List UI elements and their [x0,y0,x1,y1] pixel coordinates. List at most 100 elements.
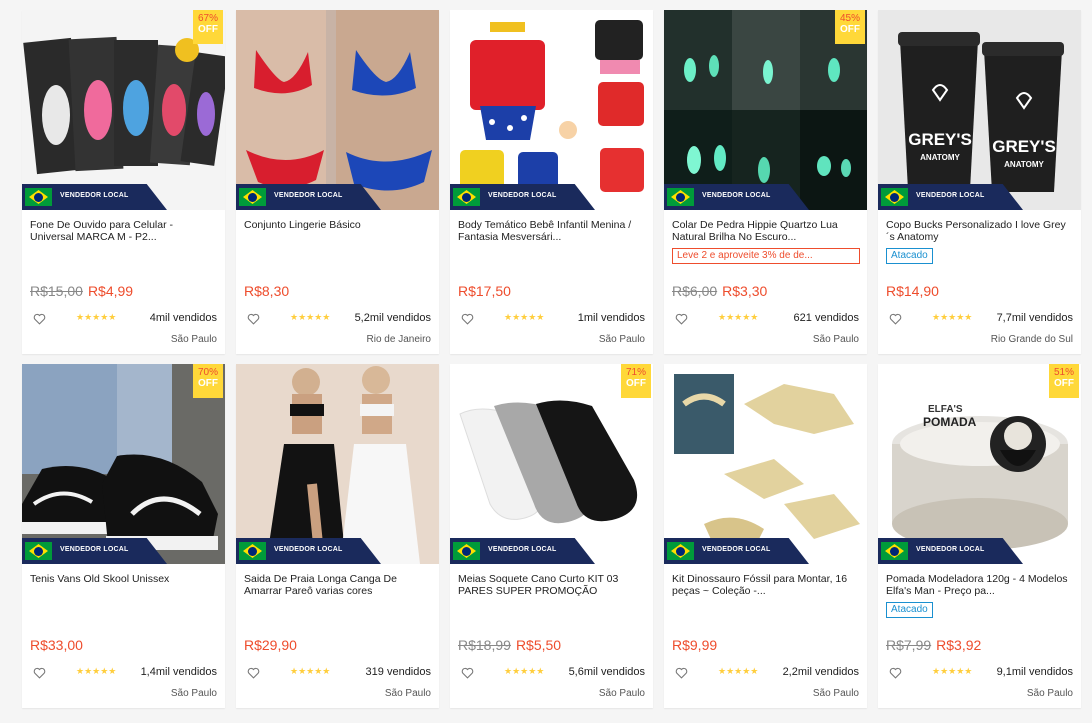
seller-location: São Paulo [812,334,859,345]
product-card[interactable]: 70% OFF VENDEDOR LOCAL Tenis Vans Old Sk… [22,364,225,708]
product-title[interactable]: Pomada Modeladora 120g - 4 Modelos Elfa'… [886,573,1073,597]
local-seller-label: VENDEDOR LOCAL [702,192,771,199]
brazil-flag-icon [881,542,908,560]
heart-icon[interactable] [247,313,260,325]
product-card[interactable]: 71% OFF VENDEDOR LOCAL Meias Soquete Can… [450,364,653,708]
price-row: R$6,00 R$3,30 [672,283,767,299]
seller-location: Rio Grande do Sul [990,334,1073,345]
rating-stars-icon: ★★★★★ [718,666,759,676]
product-card[interactable]: GREY'S ANATOMY GREY'S ANATOMY VENDEDOR L… [878,10,1081,354]
product-image[interactable]: 45% OFF VENDEDOR LOCAL [664,10,867,210]
promo-tag: Atacado [886,248,933,264]
heart-icon[interactable] [675,667,688,679]
sold-count: 1,4mil vendidos [140,666,217,678]
discount-badge: 70% OFF [193,364,223,398]
product-title[interactable]: Meias Soquete Cano Curto KIT 03 PARES SU… [458,573,645,597]
local-seller-label: VENDEDOR LOCAL [916,546,985,553]
current-price: R$3,92 [936,637,982,653]
price-row: R$17,50 [458,283,511,299]
product-title[interactable]: Body Temático Bebê Infantil Menina / Fan… [458,219,645,243]
rating-stars-icon: ★★★★★ [76,312,117,322]
svg-text:ELFA'S: ELFA'S [928,404,963,415]
sold-count: 621 vendidos [793,312,859,324]
product-card[interactable]: 45% OFF VENDEDOR LOCAL Colar De Pedra Hi… [664,10,867,354]
product-image[interactable]: 71% OFF VENDEDOR LOCAL [450,364,653,564]
sold-count: 2,2mil vendidos [782,666,859,678]
rating-stars-icon: ★★★★★ [932,312,973,322]
product-card[interactable]: VENDEDOR LOCAL Saida De Praia Longa Cang… [236,364,439,708]
heart-icon[interactable] [461,667,474,679]
local-seller-banner: VENDEDOR LOCAL [22,184,167,210]
sold-count: 9,1mil vendidos [996,666,1073,678]
product-card[interactable]: ELFA'S POMADA 51% OFF VENDEDOR LOCAL Pom… [878,364,1081,708]
local-seller-banner: VENDEDOR LOCAL [450,184,595,210]
heart-icon[interactable] [889,313,902,325]
sold-count: 4mil vendidos [149,312,217,324]
local-seller-label: VENDEDOR LOCAL [274,546,343,553]
product-card[interactable]: VENDEDOR LOCAL Kit Dinossauro Fóssil par… [664,364,867,708]
product-image[interactable]: ELFA'S POMADA 51% OFF VENDEDOR LOCAL [878,364,1081,564]
product-title[interactable]: Fone De Ouvido para Celular - Universal … [30,219,217,243]
current-price: R$5,50 [515,637,562,653]
product-title[interactable]: Copo Bucks Personalizado I love Grey´s A… [886,219,1073,243]
product-image[interactable]: VENDEDOR LOCAL [236,10,439,210]
product-card[interactable]: VENDEDOR LOCAL Body Temático Bebê Infant… [450,10,653,354]
svg-text:POMADA: POMADA [923,415,977,429]
product-title[interactable]: Tenis Vans Old Skool Unissex [30,573,217,597]
product-image[interactable]: VENDEDOR LOCAL [450,10,653,210]
brazil-flag-icon [881,188,908,206]
discount-percent: 67% [197,13,218,24]
discount-off-label: OFF [1054,378,1074,389]
discount-off-label: OFF [626,378,646,389]
product-title[interactable]: Conjunto Lingerie Básico [244,219,431,243]
local-seller-banner: VENDEDOR LOCAL [664,538,809,564]
svg-text:GREY'S: GREY'S [992,137,1056,156]
product-title[interactable]: Kit Dinossauro Fóssil para Montar, 16 pe… [672,573,859,597]
product-image[interactable]: VENDEDOR LOCAL [236,364,439,564]
current-price: R$29,90 [244,637,297,653]
product-card[interactable]: 67% OFF VENDEDOR LOCAL Fone De Ouvido pa… [22,10,225,354]
seller-location: São Paulo [812,688,859,699]
heart-icon[interactable] [675,313,688,325]
original-price: R$6,00 [672,283,718,299]
heart-icon[interactable] [247,667,260,679]
local-seller-label: VENDEDOR LOCAL [916,192,985,199]
local-seller-banner: VENDEDOR LOCAL [236,538,381,564]
rating-stars-icon: ★★★★★ [932,666,973,676]
current-price: R$17,50 [458,283,511,299]
price-row: R$8,30 [244,283,289,299]
svg-text:ANATOMY: ANATOMY [1004,160,1044,169]
discount-percent: 70% [197,367,218,378]
price-row: R$33,00 [30,637,83,653]
current-price: R$33,00 [30,637,83,653]
price-row: R$18,99 R$5,50 [458,637,561,653]
heart-icon[interactable] [33,313,46,325]
heart-icon[interactable] [461,313,474,325]
discount-badge: 67% OFF [193,10,223,44]
local-seller-banner: VENDEDOR LOCAL [664,184,809,210]
current-price: R$14,90 [886,283,939,299]
product-image[interactable]: 67% OFF VENDEDOR LOCAL [22,10,225,210]
local-seller-label: VENDEDOR LOCAL [60,546,129,553]
brazil-flag-icon [453,188,480,206]
product-photo-dinos [664,364,867,564]
product-card[interactable]: VENDEDOR LOCAL Conjunto Lingerie Básico … [236,10,439,354]
heart-icon[interactable] [33,667,46,679]
promo-tag: Leve 2 e aproveite 3% de de... [672,248,860,264]
heart-icon[interactable] [889,667,902,679]
product-title[interactable]: Saida De Praia Longa Canga De Amarrar Pa… [244,573,431,597]
original-price: R$18,99 [458,637,511,653]
product-title[interactable]: Colar De Pedra Hippie Quartzo Lua Natura… [672,219,859,243]
product-image[interactable]: 70% OFF VENDEDOR LOCAL [22,364,225,564]
svg-text:GREY'S: GREY'S [908,130,972,149]
product-image[interactable]: GREY'S ANATOMY GREY'S ANATOMY VENDEDOR L… [878,10,1081,210]
product-image[interactable]: VENDEDOR LOCAL [664,364,867,564]
local-seller-label: VENDEDOR LOCAL [488,546,557,553]
svg-text:ANATOMY: ANATOMY [920,153,960,162]
brazil-flag-icon [239,188,266,206]
discount-percent: 51% [1053,367,1074,378]
product-photo-cups: GREY'S ANATOMY GREY'S ANATOMY [878,10,1081,210]
rating-stars-icon: ★★★★★ [76,666,117,676]
original-price: R$7,99 [886,637,932,653]
seller-location: São Paulo [1026,688,1073,699]
